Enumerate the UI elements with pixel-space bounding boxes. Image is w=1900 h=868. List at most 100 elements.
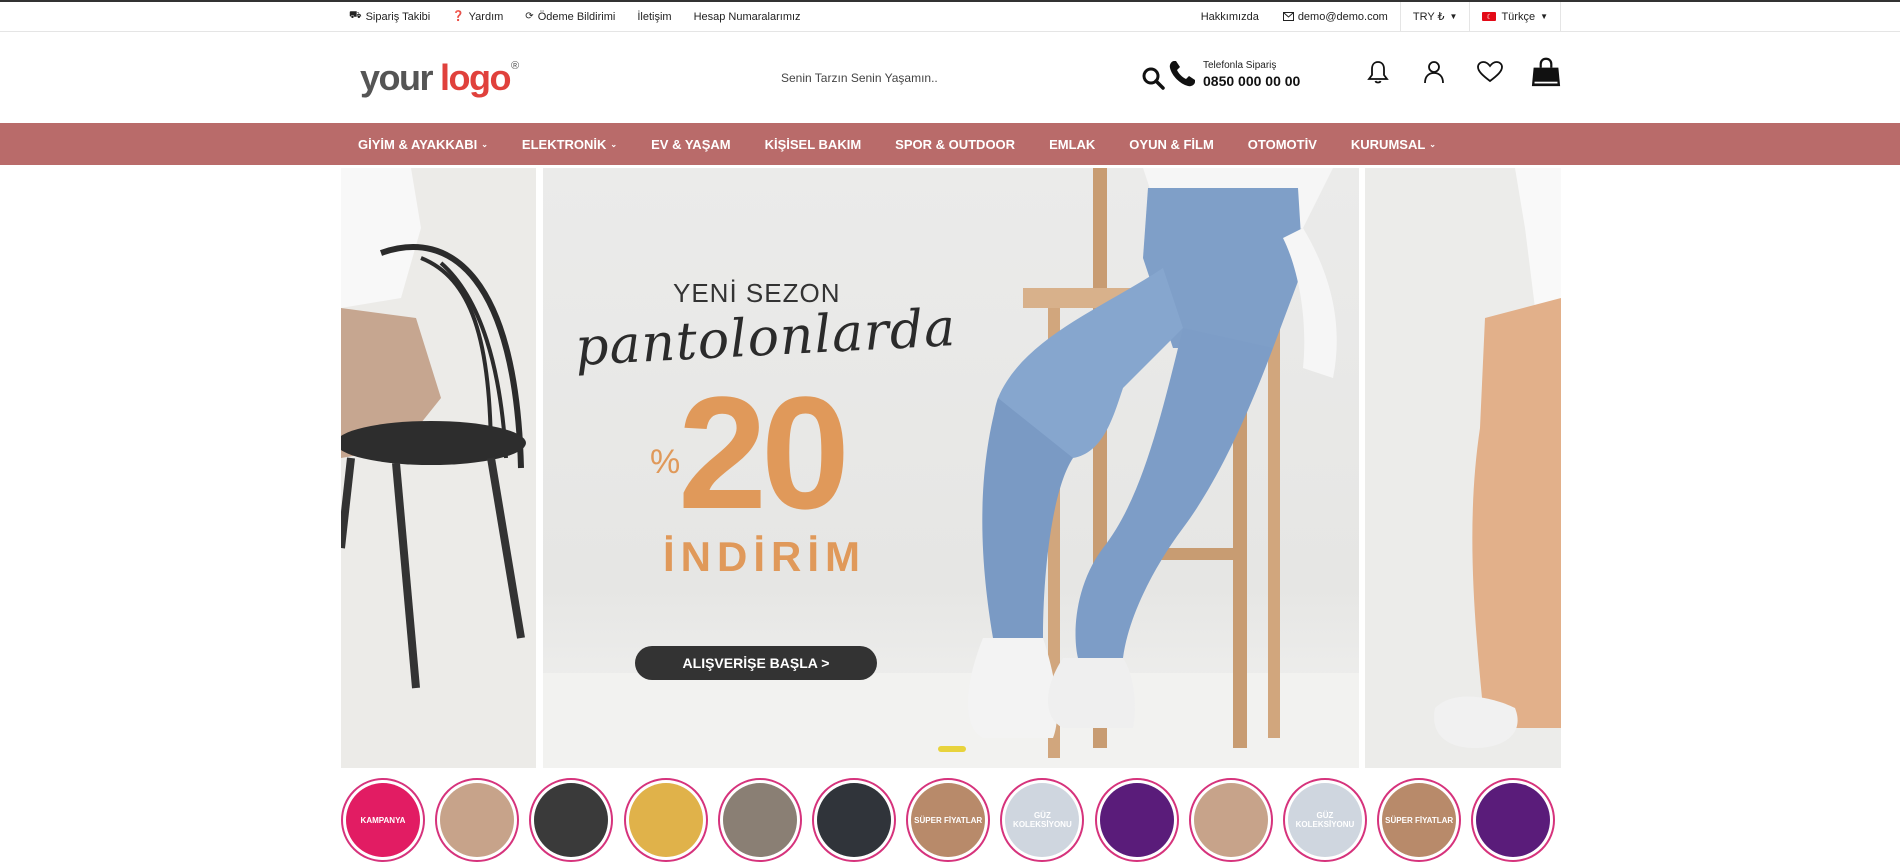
- search-input[interactable]: [781, 71, 1081, 85]
- stories-strip: KAMPANYA SÜPER FİYATLAR GÜZ KOLEKSİYONU GÜZ…: [0, 778, 1900, 868]
- search-icon: [1142, 67, 1165, 90]
- top-bar-left-links: ⛟ Sipariş Takibi ❓ Yardım ⟳ Ödeme Bildirimi…: [341, 2, 815, 31]
- heart-icon: [1477, 61, 1503, 83]
- nav-item-label: SPOR & OUTDOOR: [895, 136, 1016, 152]
- story-item[interactable]: [1188, 778, 1273, 862]
- story-item[interactable]: SÜPER FİYATLAR: [906, 778, 991, 862]
- about-label: Hakkımızda: [1200, 10, 1259, 23]
- search-bar: [781, 58, 1165, 98]
- account-button[interactable]: [1419, 55, 1449, 89]
- nav-item-real-estate[interactable]: EMLAK: [1049, 137, 1095, 152]
- story-thumbnail: KAMPANYA: [346, 783, 420, 857]
- nav-item-label: GİYİM & AYAKKABI: [358, 136, 478, 152]
- story-thumbnail: [722, 783, 797, 857]
- caret-down-icon: ▼: [1540, 12, 1548, 21]
- logo-registered-mark: ®: [511, 59, 520, 72]
- story-thumbnail: [628, 783, 703, 857]
- nav-item-label: OYUN & FİLM: [1129, 136, 1214, 152]
- help-label: Yardım: [468, 10, 504, 23]
- story-item[interactable]: [812, 778, 896, 862]
- nav-item-automotive[interactable]: OTOMOTİV: [1248, 137, 1317, 152]
- nav-item-clothing-shoes[interactable]: GİYİM & AYAKKABI ⌄: [358, 137, 488, 152]
- chair-photo: [341, 168, 536, 768]
- story-item[interactable]: [623, 778, 708, 862]
- nav-item-home-living[interactable]: EV & YAŞAM: [651, 137, 730, 152]
- slide-active[interactable]: YENİ SEZON pantolonlarda % 20 İNDİRİM AL…: [543, 168, 1359, 768]
- chevron-down-icon: ⌄: [481, 139, 488, 149]
- story-thumbnail: SÜPER FİYATLAR: [911, 783, 986, 857]
- story-item[interactable]: [717, 778, 802, 862]
- phone-order[interactable]: Telefonla Sipariş 0850 000 00 00: [1167, 59, 1300, 89]
- envelope-icon: [1282, 12, 1294, 21]
- order-tracking-link[interactable]: ⛟ Sipariş Takibi: [349, 10, 430, 23]
- story-thumbnail: SÜPER FİYATLAR: [1382, 783, 1457, 857]
- promo-discount-value: 20: [678, 363, 850, 542]
- language-select[interactable]: ☾ Türkçe ▼: [1469, 2, 1561, 31]
- start-shopping-button[interactable]: ALIŞVERİŞE BAŞLA >: [635, 646, 877, 680]
- language-label: Türkçe: [1501, 10, 1536, 23]
- story-thumbnail: GÜZ KOLEKSİYONU: [1288, 783, 1362, 857]
- logo-text-your: your: [360, 56, 434, 98]
- header-icons: [1337, 55, 1561, 89]
- help-link[interactable]: ❓ Yardım: [452, 11, 503, 23]
- email-link[interactable]: demo@demo.com: [1271, 2, 1400, 31]
- nav-item-label: KURUMSAL: [1350, 136, 1426, 152]
- turkey-flag-icon: ☾: [1482, 12, 1497, 21]
- story-item[interactable]: [1471, 778, 1556, 862]
- story-item[interactable]: GÜZ KOLEKSİYONU: [1283, 778, 1367, 862]
- search-button[interactable]: [1141, 66, 1165, 90]
- nav-item-electronics[interactable]: ELEKTRONİK ⌄: [522, 137, 617, 152]
- model-trousers-photo: [1365, 168, 1561, 768]
- nav-item-label: EMLAK: [1049, 136, 1096, 152]
- phone-icon: [1169, 61, 1195, 87]
- nav-item-label: KİŞİSEL BAKIM: [764, 136, 862, 152]
- bank-accounts-link[interactable]: Hesap Numaralarımız: [694, 11, 801, 23]
- story-item[interactable]: [529, 778, 614, 862]
- nav-item-corporate[interactable]: KURUMSAL ⌄: [1351, 137, 1436, 152]
- phone-number: 0850 000 00 00: [1203, 72, 1301, 89]
- cart-button[interactable]: [1531, 55, 1561, 89]
- story-item[interactable]: SÜPER FİYATLAR: [1377, 778, 1462, 862]
- top-bar: ⛟ Sipariş Takibi ❓ Yardım ⟳ Ödeme Bildirimi…: [0, 2, 1900, 32]
- nav-item-label: EV & YAŞAM: [651, 136, 731, 152]
- bell-icon: [1367, 61, 1389, 84]
- story-thumbnail: [1193, 783, 1268, 857]
- notifications-button[interactable]: [1363, 55, 1393, 89]
- header: your logo ® Telefonla Sipariş 0850 000 0…: [0, 32, 1900, 123]
- story-thumbnail: [817, 783, 891, 857]
- hero-slider: YENİ SEZON pantolonlarda % 20 İNDİRİM AL…: [0, 168, 1900, 768]
- refresh-icon: ⟳: [525, 11, 534, 22]
- nav-item-personal-care[interactable]: KİŞİSEL BAKIM: [765, 137, 862, 152]
- caret-down-icon: ▼: [1449, 12, 1458, 21]
- currency-select[interactable]: TRY ₺ ▼: [1399, 2, 1470, 31]
- slide-next[interactable]: [1365, 168, 1561, 768]
- nav-item-sports-outdoor[interactable]: SPOR & OUTDOOR: [895, 137, 1015, 152]
- promo-discount-label: İNDİRİM: [663, 533, 866, 580]
- favorites-button[interactable]: [1475, 55, 1505, 89]
- slider-dot-active[interactable]: [938, 746, 966, 752]
- story-item[interactable]: [1094, 778, 1179, 862]
- nav-item-label: OTOMOTİV: [1247, 136, 1317, 152]
- currency-label: TRY ₺: [1412, 11, 1445, 23]
- story-thumbnail: [1099, 783, 1174, 857]
- payment-notice-link[interactable]: ⟳ Ödeme Bildirimi: [525, 11, 615, 23]
- story-thumbnail: [534, 783, 609, 857]
- contact-label: İletişim: [637, 10, 672, 23]
- nav-item-games-film[interactable]: OYUN & FİLM: [1129, 137, 1214, 152]
- main-navigation: GİYİM & AYAKKABI ⌄ ELEKTRONİK ⌄ EV & YAŞAM…: [0, 123, 1900, 165]
- truck-icon: ⛟: [349, 10, 362, 21]
- payment-notice-label: Ödeme Bildirimi: [537, 10, 616, 23]
- chevron-down-icon: ⌄: [1429, 139, 1436, 149]
- contact-link[interactable]: İletişim: [637, 11, 671, 23]
- about-link[interactable]: Hakkımızda: [1189, 2, 1271, 31]
- story-item[interactable]: KAMPANYA: [341, 778, 425, 862]
- story-thumbnail: GÜZ KOLEKSİYONU: [1005, 783, 1080, 857]
- story-item[interactable]: GÜZ KOLEKSİYONU: [1000, 778, 1085, 862]
- question-icon: ❓: [452, 11, 465, 22]
- logo-text-logo: logo: [440, 56, 511, 98]
- slide-previous[interactable]: [341, 168, 536, 768]
- story-item[interactable]: [435, 778, 520, 862]
- nav-item-label: ELEKTRONİK: [521, 136, 607, 152]
- order-tracking-label: Sipariş Takibi: [365, 10, 431, 23]
- site-logo[interactable]: your logo ®: [360, 56, 520, 98]
